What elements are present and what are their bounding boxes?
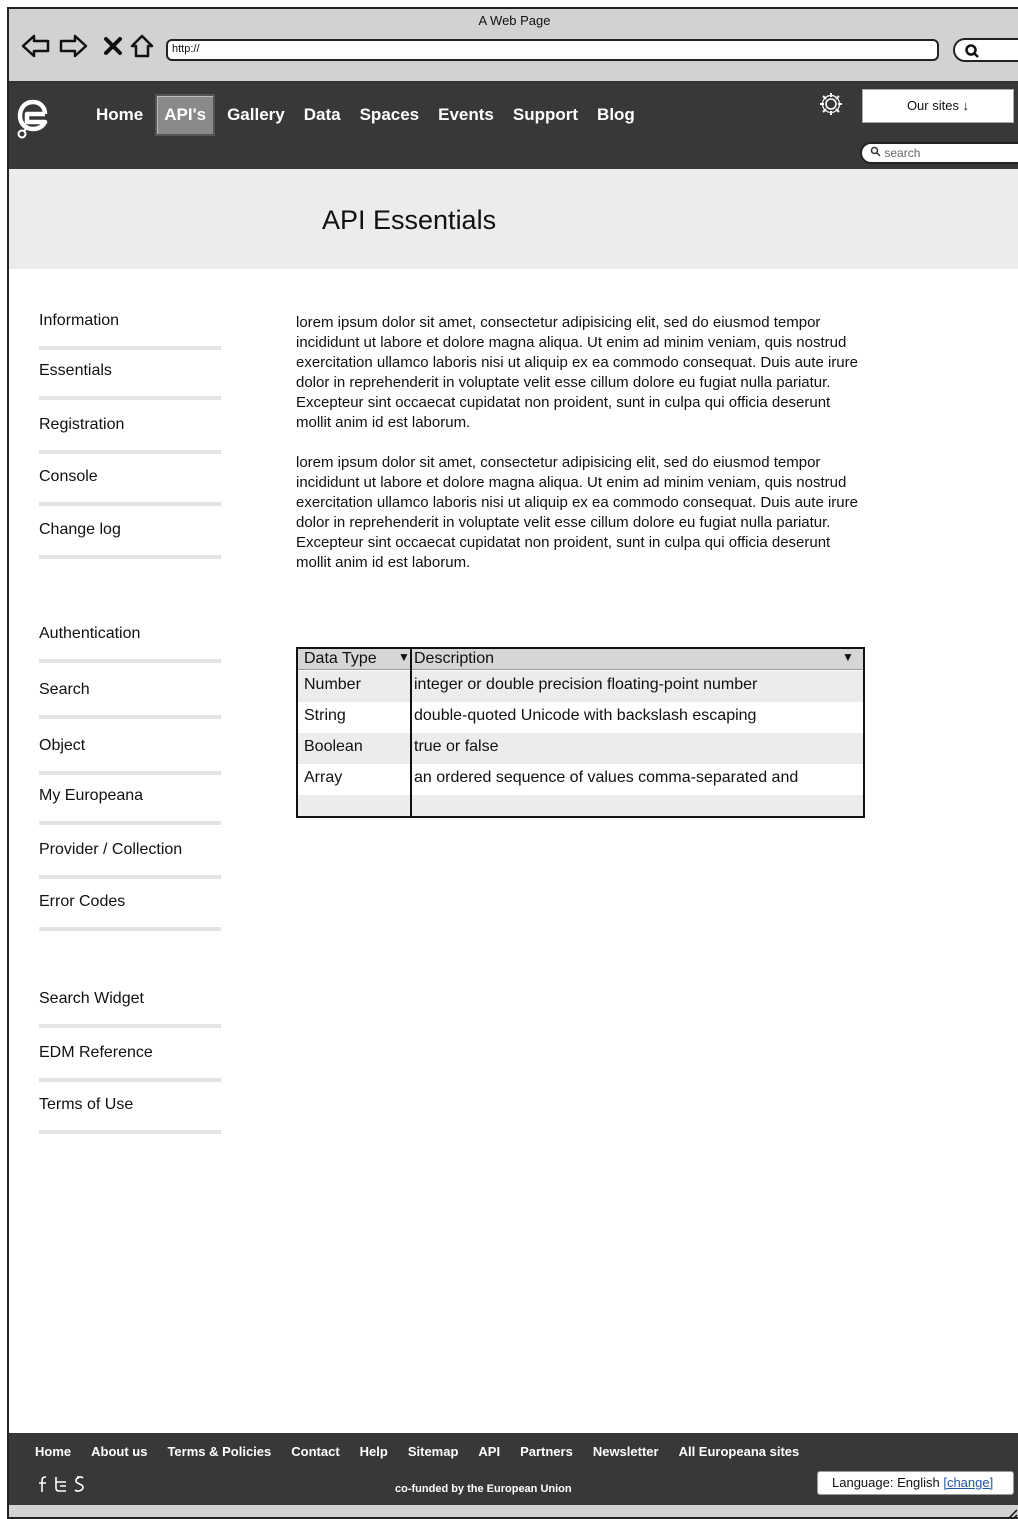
sort-down-icon[interactable]: ▼ bbox=[398, 650, 410, 664]
main-content: lorem ipsum dolor sit amet, consectetur … bbox=[296, 313, 866, 593]
cell-data-type: String bbox=[304, 707, 346, 724]
stop-close-icon[interactable] bbox=[98, 31, 128, 61]
column-header-data-type[interactable]: Data Type bbox=[304, 650, 377, 668]
forward-arrow-icon[interactable] bbox=[58, 31, 88, 61]
footer-link-home[interactable]: Home bbox=[35, 1444, 71, 1459]
table-header: Data Type ▼ Description ▼ bbox=[298, 649, 863, 670]
sidebar-item-essentials[interactable]: Essentials bbox=[39, 362, 224, 400]
cell-description: an ordered sequence of values comma-sepa… bbox=[414, 769, 799, 786]
cell-description: double-quoted Unicode with backslash esc… bbox=[414, 707, 757, 724]
footer-link-contact[interactable]: Contact bbox=[291, 1444, 339, 1459]
site-search-input[interactable]: search bbox=[860, 142, 1018, 164]
search-icon bbox=[870, 146, 884, 160]
google-plus-icon[interactable] bbox=[73, 1475, 87, 1497]
sidebar-item-error-codes[interactable]: Error Codes bbox=[39, 893, 224, 931]
nav-data[interactable]: Data bbox=[297, 96, 348, 134]
back-arrow-icon[interactable] bbox=[21, 31, 51, 61]
table-row[interactable]: Boolean true or false bbox=[298, 733, 863, 764]
social-links bbox=[37, 1475, 87, 1497]
sidebar-item-search-widget[interactable]: Search Widget bbox=[39, 990, 224, 1028]
footer-link-sitemap[interactable]: Sitemap bbox=[408, 1444, 459, 1459]
cell-data-type: Number bbox=[304, 676, 361, 693]
footer-links: Home About us Terms & Policies Contact H… bbox=[35, 1444, 819, 1459]
cell-data-type: Boolean bbox=[304, 738, 363, 755]
footer-link-newsletter[interactable]: Newsletter bbox=[593, 1444, 659, 1459]
footer-link-api[interactable]: API bbox=[478, 1444, 500, 1459]
site-footer: Home About us Terms & Policies Contact H… bbox=[9, 1433, 1018, 1505]
our-sites-dropdown[interactable]: Our sites ↓ bbox=[862, 89, 1014, 123]
cell-description: integer or double precision floating-poi… bbox=[414, 676, 758, 693]
search-placeholder: search bbox=[884, 146, 921, 160]
twitter-icon[interactable] bbox=[53, 1475, 69, 1497]
sidebar-item-change-log[interactable]: Change log bbox=[39, 521, 224, 559]
browser-window: A Web Page http:// Home API's Gallery Da… bbox=[7, 7, 1018, 1519]
browser-status-bar bbox=[9, 1505, 1018, 1517]
window-title: A Web Page bbox=[478, 13, 551, 28]
footer-link-partners[interactable]: Partners bbox=[520, 1444, 573, 1459]
table-row-empty[interactable] bbox=[298, 795, 863, 816]
nav-home[interactable]: Home bbox=[89, 96, 150, 134]
sidebar-item-my-europeana[interactable]: My Europeana bbox=[39, 787, 224, 825]
facebook-icon[interactable] bbox=[37, 1475, 49, 1497]
gear-icon[interactable] bbox=[818, 91, 844, 117]
europeana-logo-icon[interactable] bbox=[15, 98, 53, 142]
nav-support[interactable]: Support bbox=[506, 96, 585, 134]
paragraph: lorem ipsum dolor sit amet, consectetur … bbox=[296, 454, 858, 571]
url-input[interactable]: http:// bbox=[166, 39, 939, 61]
page-title-band: API Essentials bbox=[9, 169, 1018, 269]
nav-spaces[interactable]: Spaces bbox=[353, 96, 427, 134]
sidebar-item-provider-collection[interactable]: Provider / Collection bbox=[39, 841, 224, 879]
browser-chrome: A Web Page http:// bbox=[9, 9, 1018, 83]
table-row[interactable]: Array an ordered sequence of values comm… bbox=[298, 764, 863, 795]
table-row[interactable]: String double-quoted Unicode with backsl… bbox=[298, 702, 863, 733]
footer-link-help[interactable]: Help bbox=[360, 1444, 388, 1459]
sidebar-item-object[interactable]: Object bbox=[39, 737, 224, 775]
sidebar-item-registration[interactable]: Registration bbox=[39, 416, 224, 454]
main-nav: Home API's Gallery Data Spaces Events Su… bbox=[89, 94, 647, 136]
language-label: Language: English bbox=[832, 1475, 940, 1490]
nav-blog[interactable]: Blog bbox=[590, 96, 642, 134]
sort-down-icon[interactable]: ▼ bbox=[842, 650, 854, 664]
column-header-description[interactable]: Description bbox=[414, 650, 494, 668]
sidebar-item-information[interactable]: Information bbox=[39, 312, 224, 350]
cell-data-type: Array bbox=[304, 769, 343, 786]
column-divider bbox=[410, 649, 412, 816]
sidebar-item-console[interactable]: Console bbox=[39, 468, 224, 506]
language-change-link[interactable]: [change] bbox=[943, 1475, 993, 1490]
language-selector: Language: English [change] bbox=[817, 1471, 1014, 1495]
home-icon[interactable] bbox=[127, 31, 157, 61]
footer-link-about-us[interactable]: About us bbox=[91, 1444, 147, 1459]
browser-search-button[interactable] bbox=[953, 38, 1018, 62]
search-icon bbox=[964, 43, 980, 64]
resize-handle-icon[interactable] bbox=[1006, 1507, 1018, 1517]
footer-link-all-sites[interactable]: All Europeana sites bbox=[679, 1444, 800, 1459]
sidebar-item-terms-of-use[interactable]: Terms of Use bbox=[39, 1096, 224, 1134]
sidebar-item-authentication[interactable]: Authentication bbox=[39, 625, 224, 663]
cofunded-note: co-funded by the European Union bbox=[395, 1483, 572, 1495]
nav-apis[interactable]: API's bbox=[155, 94, 216, 136]
nav-events[interactable]: Events bbox=[431, 96, 501, 134]
paragraph: lorem ipsum dolor sit amet, consectetur … bbox=[296, 314, 858, 431]
table-row[interactable]: Number integer or double precision float… bbox=[298, 671, 863, 702]
cell-description: true or false bbox=[414, 738, 499, 755]
page-title: API Essentials bbox=[322, 205, 497, 235]
sidebar-item-search[interactable]: Search bbox=[39, 681, 224, 719]
nav-gallery[interactable]: Gallery bbox=[220, 96, 292, 134]
site-header: Home API's Gallery Data Spaces Events Su… bbox=[9, 83, 1018, 169]
data-types-table: Data Type ▼ Description ▼ Number integer… bbox=[296, 647, 865, 818]
sidebar-item-edm-reference[interactable]: EDM Reference bbox=[39, 1044, 224, 1082]
footer-link-terms-policies[interactable]: Terms & Policies bbox=[167, 1444, 271, 1459]
